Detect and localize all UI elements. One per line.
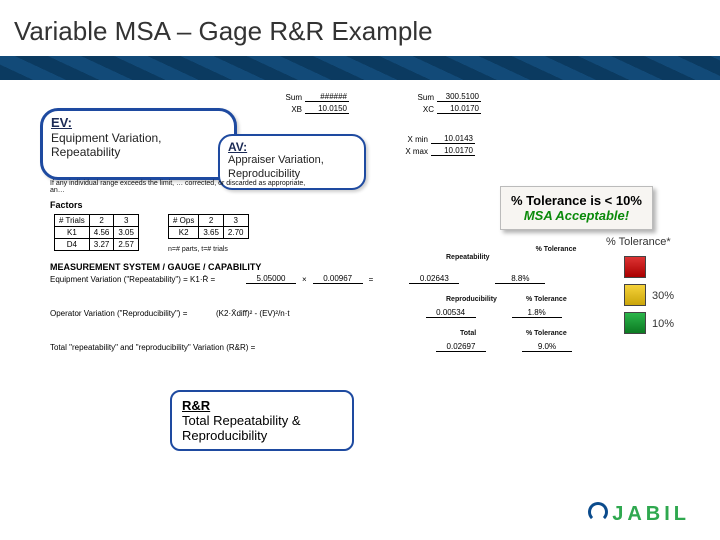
legend-30: 30% (652, 290, 674, 302)
col-total: Total (460, 330, 476, 337)
legend: 30% 10% (624, 256, 674, 340)
legend-10: 10% (652, 318, 674, 330)
ev-row: Equipment Variation ("Repeatability") = … (50, 274, 545, 284)
sum-left: Sum###### (276, 92, 349, 102)
swatch-yellow (624, 284, 646, 306)
swatch-green (624, 312, 646, 334)
factors-table-k2: # Ops23 K23.652.70 (168, 214, 249, 239)
ev-callout: EV: Equipment Variation, Repeatability (40, 108, 237, 180)
xmax-value: X max10.0170 (402, 146, 475, 156)
brand-logo: JABIL (588, 502, 690, 526)
logo-arc-icon (588, 502, 608, 522)
pct-tol-star: % Tolerance* (606, 236, 671, 248)
col-pct-tol: % Tolerance (526, 246, 586, 253)
chart-area: Sum###### XB10.0150 Sum300.5100 XC10.017… (60, 90, 660, 440)
xb-value: XB10.0150 (276, 104, 349, 114)
factors-table-k1: # Trials23 K14.563.05 D43.272.57 (54, 214, 139, 251)
sum-right: Sum300.5100 (408, 92, 481, 102)
rnr-callout: R&R Total Repeatability & Reproducibilit… (170, 390, 354, 451)
av-row: Operator Variation ("Reproducibility") =… (50, 308, 562, 318)
col-pct-tol-2: % Tolerance (526, 296, 567, 303)
capability-header: MEASUREMENT SYSTEM / GAUGE / CAPABILITY (50, 262, 261, 272)
col-pct-tol-3: % Tolerance (526, 330, 567, 337)
tolerance-verdict: % Tolerance is < 10% MSA Acceptable! (500, 186, 653, 230)
xmin-value: X min10.0143 (402, 134, 475, 144)
col-reproducibility: Reproducibility (446, 296, 497, 303)
swatch-red (624, 256, 646, 278)
col-repeatability: Repeatability (446, 254, 490, 261)
header-band (0, 56, 720, 80)
factors-footnote: n=# parts, t=# trials (168, 246, 228, 253)
rr-row: Total "repeatability" and "reproducibili… (50, 342, 572, 352)
factors-title: Factors (50, 200, 83, 210)
xc-value: XC10.0170 (408, 104, 481, 114)
discard-note: If any individual range exceeds the limi… (50, 180, 310, 194)
page-title: Variable MSA – Gage R&R Example (14, 16, 433, 47)
